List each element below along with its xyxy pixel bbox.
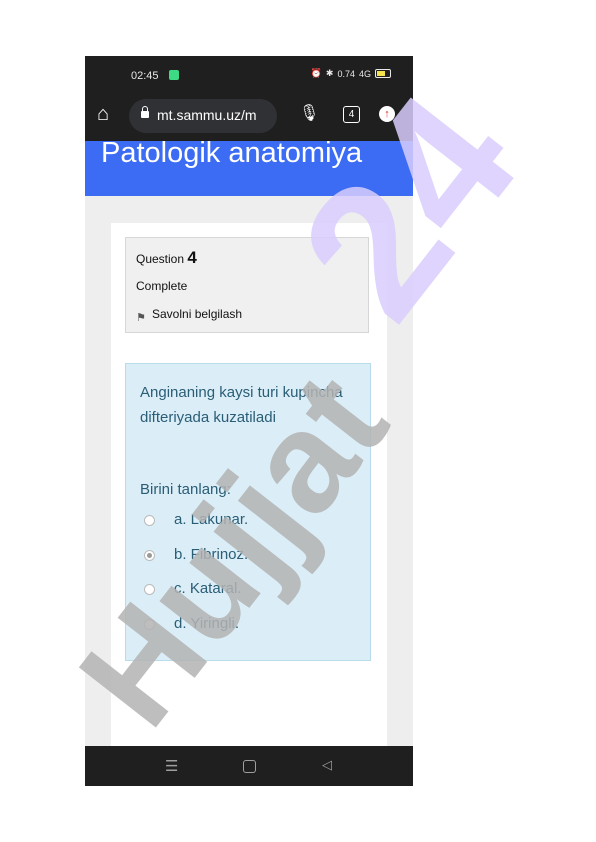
app-notification-icon bbox=[169, 70, 179, 80]
status-time: 02:45 bbox=[131, 70, 159, 82]
bluetooth-icon: ✱ bbox=[325, 68, 334, 78]
question-number: Question 4 bbox=[136, 248, 197, 268]
question-text: Anginaning kaysi turi kupincha difteriya… bbox=[140, 384, 343, 426]
course-title: Patologik anatomiya bbox=[101, 141, 363, 169]
question-info-panel: Question 4 Complete ⚑ Savolni belgilash bbox=[125, 237, 369, 333]
tab-switcher-button[interactable]: 4 bbox=[343, 106, 360, 123]
status-bar: 02:45 ⏰ ✱ 0.74 4G bbox=[85, 56, 413, 93]
home-icon[interactable]: ⌂ bbox=[97, 103, 109, 126]
question-state: Complete bbox=[136, 279, 188, 293]
menu-icon[interactable]: ☰ bbox=[165, 757, 178, 775]
alarm-icon: ⏰ bbox=[310, 68, 322, 78]
back-icon[interactable]: ◁ bbox=[322, 757, 332, 773]
update-icon[interactable]: ↑ bbox=[379, 106, 395, 122]
address-bar[interactable]: mt.sammu.uz/m bbox=[129, 99, 277, 133]
home-square-icon[interactable] bbox=[243, 760, 256, 773]
flag-question-link[interactable]: Savolni belgilash bbox=[152, 307, 242, 321]
microphone-icon[interactable]: 🎙 bbox=[299, 103, 319, 123]
signal-label: 4G bbox=[358, 68, 371, 79]
radio-button[interactable] bbox=[144, 619, 155, 630]
answer-option-b[interactable]: b. Fibrinoz. bbox=[144, 546, 354, 568]
answer-label: c. Kataral. bbox=[174, 580, 242, 597]
lock-icon bbox=[141, 106, 149, 118]
radio-button[interactable] bbox=[144, 515, 155, 526]
question-label: Question bbox=[136, 252, 185, 266]
question-content: Anginaning kaysi turi kupincha difteriya… bbox=[125, 363, 371, 661]
question-number-value: 4 bbox=[187, 248, 197, 267]
answer-option-c[interactable]: c. Kataral. bbox=[144, 580, 354, 602]
answer-prompt: Birini tanlang: bbox=[140, 481, 231, 498]
flag-icon[interactable]: ⚑ bbox=[136, 311, 146, 324]
answer-option-d[interactable]: d. Yiringli. bbox=[144, 615, 354, 637]
answer-label: d. Yiringli. bbox=[174, 615, 240, 632]
status-icons: ⏰ ✱ 0.74 4G bbox=[311, 68, 391, 79]
phone-screen: 02:45 ⏰ ✱ 0.74 4G ⌂ mt.sammu.uz/m 🎙 4 ↑ … bbox=[85, 56, 413, 786]
course-banner: Patologik anatomiya bbox=[85, 141, 413, 196]
radio-button[interactable] bbox=[144, 584, 155, 595]
battery-icon bbox=[375, 69, 391, 78]
answer-option-a[interactable]: a. Lakunar. bbox=[144, 511, 354, 533]
quiz-card: Question 4 Complete ⚑ Savolni belgilash … bbox=[111, 223, 387, 786]
radio-button-selected[interactable] bbox=[144, 550, 155, 561]
url-text: mt.sammu.uz/m bbox=[157, 107, 257, 123]
answer-label: b. Fibrinoz. bbox=[174, 546, 249, 563]
browser-toolbar: ⌂ mt.sammu.uz/m 🎙 4 ↑ bbox=[85, 93, 413, 141]
network-speed: 0.74 bbox=[337, 68, 355, 79]
answer-label: a. Lakunar. bbox=[174, 511, 249, 528]
system-nav-bar: ☰ ◁ bbox=[85, 746, 413, 786]
